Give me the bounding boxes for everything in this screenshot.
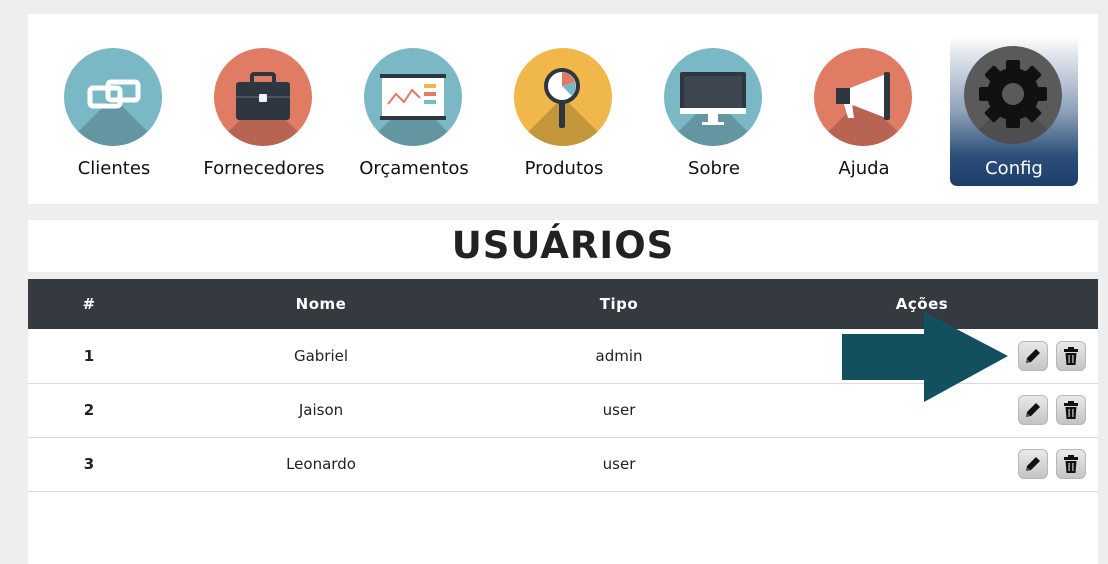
nav-item-orcamentos[interactable]: Orçamentos: [350, 14, 478, 204]
nav-label: Ajuda: [838, 158, 890, 179]
row-name: Gabriel: [293, 346, 349, 365]
pencil-icon: [1026, 403, 1040, 417]
header-index: #: [82, 295, 96, 313]
nav-item-ajuda[interactable]: Ajuda: [800, 14, 928, 204]
magnifier-chart-icon: [514, 48, 612, 146]
nav-item-clientes[interactable]: Clientes: [50, 14, 178, 204]
nav-item-config[interactable]: Config: [950, 36, 1078, 186]
nav-item-sobre[interactable]: Sobre: [650, 14, 778, 204]
nav-label: Orçamentos: [359, 158, 469, 179]
edit-button[interactable]: [1018, 395, 1048, 425]
delete-button[interactable]: [1056, 340, 1086, 371]
row-index: 2: [83, 401, 95, 419]
row-name: Leonardo: [286, 455, 356, 473]
row-index: 1: [83, 346, 95, 365]
trash-icon: [1064, 401, 1078, 419]
row-type: admin: [595, 346, 643, 365]
pencil-icon: [1026, 348, 1040, 363]
page-title: USUÁRIOS: [451, 224, 675, 267]
row-index: 3: [83, 455, 95, 473]
row-name: Jaison: [298, 401, 344, 419]
nav-label: Produtos: [524, 158, 604, 179]
row-type: user: [602, 455, 636, 473]
nav-label: Sobre: [688, 158, 740, 179]
edit-button[interactable]: [1018, 449, 1048, 479]
link-icon: [64, 48, 162, 146]
title-panel: USUÁRIOS: [28, 220, 1098, 272]
nav-item-fornecedores[interactable]: Fornecedores: [200, 14, 328, 204]
nav-label: Config: [985, 158, 1043, 179]
briefcase-icon: [214, 48, 312, 146]
trash-icon: [1064, 455, 1078, 473]
trash-icon: [1064, 346, 1078, 365]
edit-button[interactable]: [1018, 340, 1048, 371]
nav-label: Clientes: [77, 158, 151, 179]
delete-button[interactable]: [1056, 449, 1086, 479]
header-type: Tipo: [599, 295, 639, 313]
row-actions: [746, 437, 1098, 491]
megaphone-icon: [814, 48, 912, 146]
monitor-icon: [664, 48, 762, 146]
annotation-arrow-icon: [842, 312, 1008, 402]
top-navigation: Clientes Fornecedores Orçamentos Produto…: [28, 14, 1098, 204]
nav-item-produtos[interactable]: Produtos: [500, 14, 628, 204]
row-type: user: [602, 401, 636, 419]
nav-label: Fornecedores: [203, 158, 325, 179]
header-name: Nome: [295, 295, 347, 313]
pencil-icon: [1026, 457, 1040, 471]
table-row: 3 Leonardo user: [28, 437, 1098, 491]
presentation-chart-icon: [364, 48, 462, 146]
delete-button[interactable]: [1056, 395, 1086, 425]
gear-icon: [964, 46, 1062, 144]
